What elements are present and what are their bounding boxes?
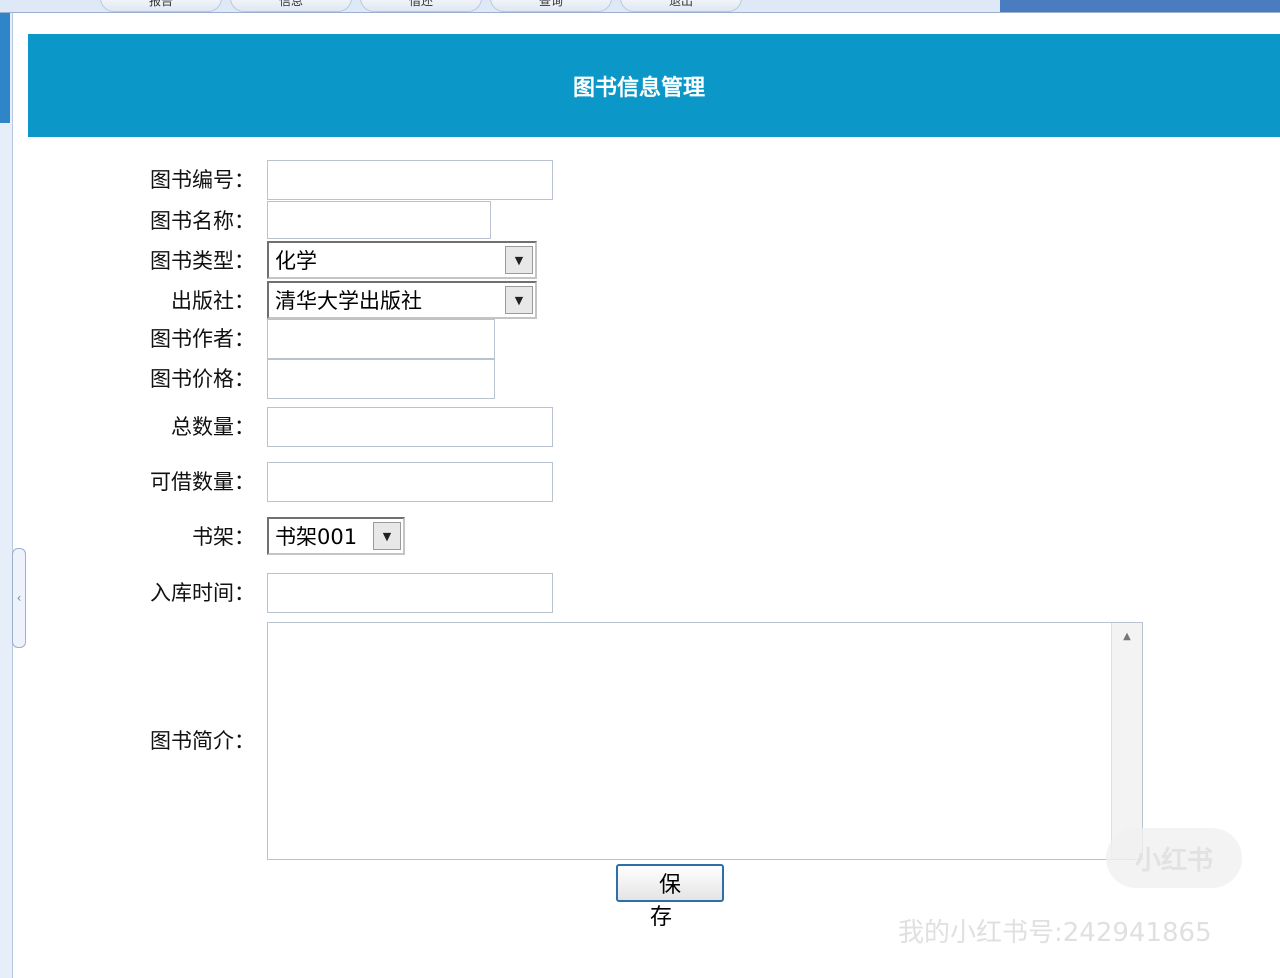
nav-bar-right-edge bbox=[1000, 0, 1280, 12]
label-book-type: 图书类型： bbox=[150, 249, 255, 273]
label-shelf: 书架： bbox=[192, 525, 255, 549]
left-frame-rail bbox=[0, 13, 13, 978]
label-book-name: 图书名称： bbox=[150, 209, 255, 233]
watermark-text: 我的小红书号:242941865 bbox=[898, 918, 1212, 948]
chevron-left-icon: ‹ bbox=[16, 591, 22, 605]
shelf-select[interactable]: 书架001 ▼ bbox=[267, 517, 405, 555]
intro-textarea[interactable]: ▲ bbox=[267, 622, 1143, 860]
textarea-scrollbar[interactable]: ▲ bbox=[1111, 623, 1142, 859]
scroll-up-arrow-icon[interactable]: ▲ bbox=[1112, 631, 1142, 642]
book-id-input[interactable] bbox=[267, 160, 553, 200]
top-nav-bar: 报告 信息 借还 查询 退出 bbox=[0, 0, 1280, 13]
author-input[interactable] bbox=[267, 319, 495, 359]
label-publisher: 出版社： bbox=[171, 289, 255, 313]
total-quantity-input[interactable] bbox=[267, 407, 553, 447]
nav-tab-info[interactable]: 信息 bbox=[230, 0, 352, 12]
left-frame-accent bbox=[0, 13, 10, 123]
label-intro: 图书简介： bbox=[150, 729, 255, 753]
book-type-select[interactable]: 化学 ▼ bbox=[267, 241, 537, 279]
publisher-select[interactable]: 清华大学出版社 ▼ bbox=[267, 281, 537, 319]
price-input[interactable] bbox=[267, 359, 495, 399]
publisher-selected: 清华大学出版社 bbox=[275, 289, 422, 313]
shelf-selected: 书架001 bbox=[275, 525, 358, 549]
page-header: 图书信息管理 bbox=[28, 34, 1280, 137]
available-quantity-input[interactable] bbox=[267, 462, 553, 502]
label-book-id: 图书编号： bbox=[150, 168, 255, 192]
save-button[interactable]: 保存 bbox=[616, 864, 724, 930]
in-date-input[interactable] bbox=[267, 573, 553, 613]
nav-tab-report[interactable]: 报告 bbox=[100, 0, 222, 12]
label-price: 图书价格： bbox=[150, 367, 255, 391]
page-title: 图书信息管理 bbox=[572, 75, 705, 101]
nav-tab-query[interactable]: 查询 bbox=[490, 0, 612, 12]
dropdown-arrow-icon[interactable]: ▼ bbox=[505, 286, 533, 314]
dropdown-arrow-icon[interactable]: ▼ bbox=[505, 246, 533, 274]
book-name-input[interactable] bbox=[267, 201, 491, 239]
nav-tab-exit[interactable]: 退出 bbox=[620, 0, 742, 12]
watermark-logo: 小红书 bbox=[1106, 828, 1242, 888]
label-total: 总数量： bbox=[171, 415, 255, 439]
label-in-date: 入库时间： bbox=[150, 581, 255, 605]
dropdown-arrow-icon[interactable]: ▼ bbox=[373, 522, 401, 550]
nav-tab-borrow[interactable]: 借还 bbox=[360, 0, 482, 12]
book-type-selected: 化学 bbox=[275, 249, 317, 273]
label-author: 图书作者： bbox=[150, 327, 255, 351]
splitter-collapse-handle[interactable]: ‹ bbox=[12, 548, 26, 648]
label-available: 可借数量： bbox=[150, 470, 255, 494]
